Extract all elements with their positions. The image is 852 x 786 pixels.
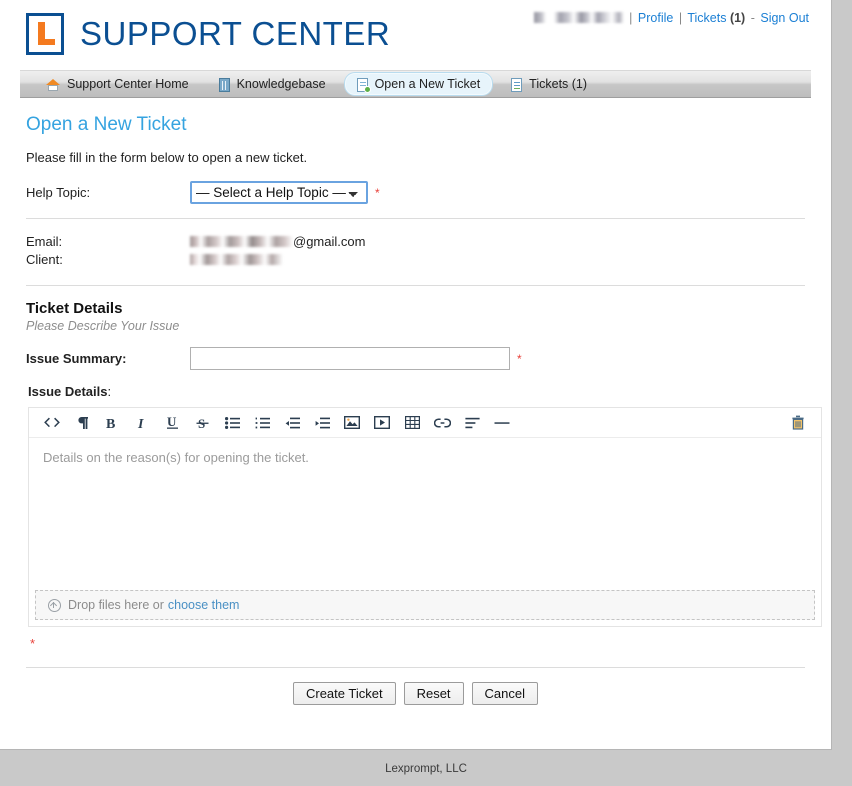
dropzone-text: Drop files here or bbox=[68, 598, 164, 612]
issue-details-label-text: Issue Details bbox=[28, 384, 108, 399]
site-logo[interactable]: SUPPORT CENTER bbox=[26, 13, 390, 55]
nav-item-open-a-new-ticket[interactable]: Open a New Ticket bbox=[343, 72, 494, 96]
tickets-link[interactable]: Tickets bbox=[687, 11, 726, 25]
ticket-details-heading: Ticket Details bbox=[26, 300, 123, 317]
divider-1 bbox=[26, 218, 805, 219]
logo-text: SUPPORT CENTER bbox=[80, 15, 391, 52]
client-row: Client: bbox=[26, 251, 805, 269]
align-icon[interactable] bbox=[457, 411, 487, 435]
footer-text: Lexprompt, LLC bbox=[385, 762, 467, 775]
bullet-list-icon[interactable] bbox=[217, 411, 247, 435]
client-value bbox=[190, 251, 283, 269]
issue-summary-label: Issue Summary: bbox=[26, 351, 127, 366]
issue-details-colon: : bbox=[107, 384, 112, 399]
userbar-separator-1: | bbox=[629, 11, 633, 25]
link-icon[interactable] bbox=[427, 411, 457, 435]
svg-text:I: I bbox=[137, 417, 144, 430]
client-label: Client: bbox=[26, 252, 63, 267]
page-title: Open a New Ticket bbox=[26, 114, 187, 135]
image-icon[interactable] bbox=[337, 411, 367, 435]
nav-item-knowledgebase[interactable]: Knowledgebase bbox=[207, 73, 338, 95]
divider-2 bbox=[26, 285, 805, 286]
client-redacted bbox=[190, 254, 283, 265]
userbar-dash: - bbox=[750, 11, 755, 25]
numbered-list-icon[interactable] bbox=[247, 411, 277, 435]
form-required-marker: * bbox=[30, 636, 36, 651]
site-footer: Lexprompt, LLC bbox=[0, 751, 852, 786]
svg-text:U: U bbox=[167, 415, 177, 429]
page-container: | Profile | Tickets (1) - Sign Out SUPPO… bbox=[0, 0, 832, 750]
help-topic-required-marker: * bbox=[375, 185, 380, 200]
nav-label-support-center-home: Support Center Home bbox=[67, 77, 189, 91]
book-icon bbox=[218, 77, 230, 92]
upload-circle-icon bbox=[48, 598, 61, 612]
ticket-details-subheading: Please Describe Your Issue bbox=[26, 319, 180, 333]
italic-icon[interactable]: I bbox=[127, 411, 157, 435]
cancel-button[interactable]: Cancel bbox=[471, 682, 539, 705]
nav-item-support-center-home[interactable]: Support Center Home bbox=[34, 73, 201, 95]
code-icon[interactable] bbox=[37, 411, 67, 435]
email-label: Email: bbox=[26, 234, 63, 249]
nav-item-tickets[interactable]: Tickets (1) bbox=[499, 73, 599, 95]
new-page-icon bbox=[356, 77, 371, 93]
horizontal-rule-icon[interactable] bbox=[487, 411, 517, 435]
tickets-link-label: Tickets bbox=[687, 11, 727, 25]
indent-icon[interactable] bbox=[307, 411, 337, 435]
trash-icon[interactable] bbox=[783, 411, 813, 435]
form-actions: Create Ticket Reset Cancel bbox=[26, 682, 805, 705]
site-header: | Profile | Tickets (1) - Sign Out SUPPO… bbox=[0, 0, 831, 70]
issue-summary-row: Issue Summary: * bbox=[26, 347, 805, 370]
outdent-icon[interactable] bbox=[277, 411, 307, 435]
paragraph-icon[interactable] bbox=[67, 411, 97, 435]
email-value: @gmail.com bbox=[190, 233, 365, 251]
file-dropzone[interactable]: Drop files here or choose them bbox=[35, 590, 815, 620]
nav-label-open-a-new-ticket: Open a New Ticket bbox=[374, 77, 481, 91]
bold-icon[interactable]: B bbox=[97, 411, 127, 435]
home-icon bbox=[46, 77, 60, 92]
create-ticket-button[interactable]: Create Ticket bbox=[292, 682, 396, 705]
username-redacted bbox=[533, 12, 624, 23]
issue-summary-required-marker: * bbox=[517, 351, 522, 366]
issue-summary-input[interactable] bbox=[190, 347, 510, 370]
user-bar: | Profile | Tickets (1) - Sign Out bbox=[533, 11, 809, 25]
sign-out-link[interactable]: Sign Out bbox=[760, 11, 809, 25]
editor-toolbar: B I U S bbox=[29, 408, 821, 438]
tickets-count-badge: (1) bbox=[729, 11, 746, 25]
divider-3 bbox=[26, 667, 805, 668]
issue-details-editor-body[interactable]: Details on the reason(s) for opening the… bbox=[29, 438, 821, 590]
page-icon bbox=[511, 77, 523, 92]
profile-link[interactable]: Profile bbox=[638, 11, 673, 25]
choose-files-link[interactable]: choose them bbox=[168, 598, 240, 612]
help-topic-select[interactable]: — Select a Help Topic — bbox=[190, 181, 368, 204]
underline-icon[interactable]: U bbox=[157, 411, 187, 435]
main-content: Open a New Ticket Please fill in the for… bbox=[0, 98, 831, 705]
intro-text: Please fill in the form below to open a … bbox=[26, 150, 308, 165]
svg-text:B: B bbox=[106, 417, 115, 430]
reset-button[interactable]: Reset bbox=[403, 682, 464, 705]
email-row: Email: @gmail.com bbox=[26, 233, 805, 251]
email-domain: @gmail.com bbox=[293, 234, 366, 249]
email-redacted bbox=[190, 236, 293, 247]
nav-label-knowledgebase: Knowledgebase bbox=[236, 77, 326, 91]
userbar-separator-2: | bbox=[678, 11, 683, 25]
issue-details-label: Issue Details: bbox=[28, 384, 805, 399]
table-icon[interactable] bbox=[397, 411, 427, 435]
video-icon[interactable] bbox=[367, 411, 397, 435]
letter-l-logo-icon bbox=[26, 13, 64, 55]
rich-text-editor: B I U S Details on the reason(s) for ope… bbox=[28, 407, 822, 627]
help-topic-row: Help Topic: — Select a Help Topic — * bbox=[26, 181, 805, 204]
help-topic-label: Help Topic: bbox=[26, 185, 91, 200]
main-navigation: Support Center Home Knowledgebase Open a… bbox=[20, 70, 811, 98]
nav-label-tickets: Tickets (1) bbox=[529, 77, 588, 91]
strikethrough-icon[interactable]: S bbox=[187, 411, 217, 435]
